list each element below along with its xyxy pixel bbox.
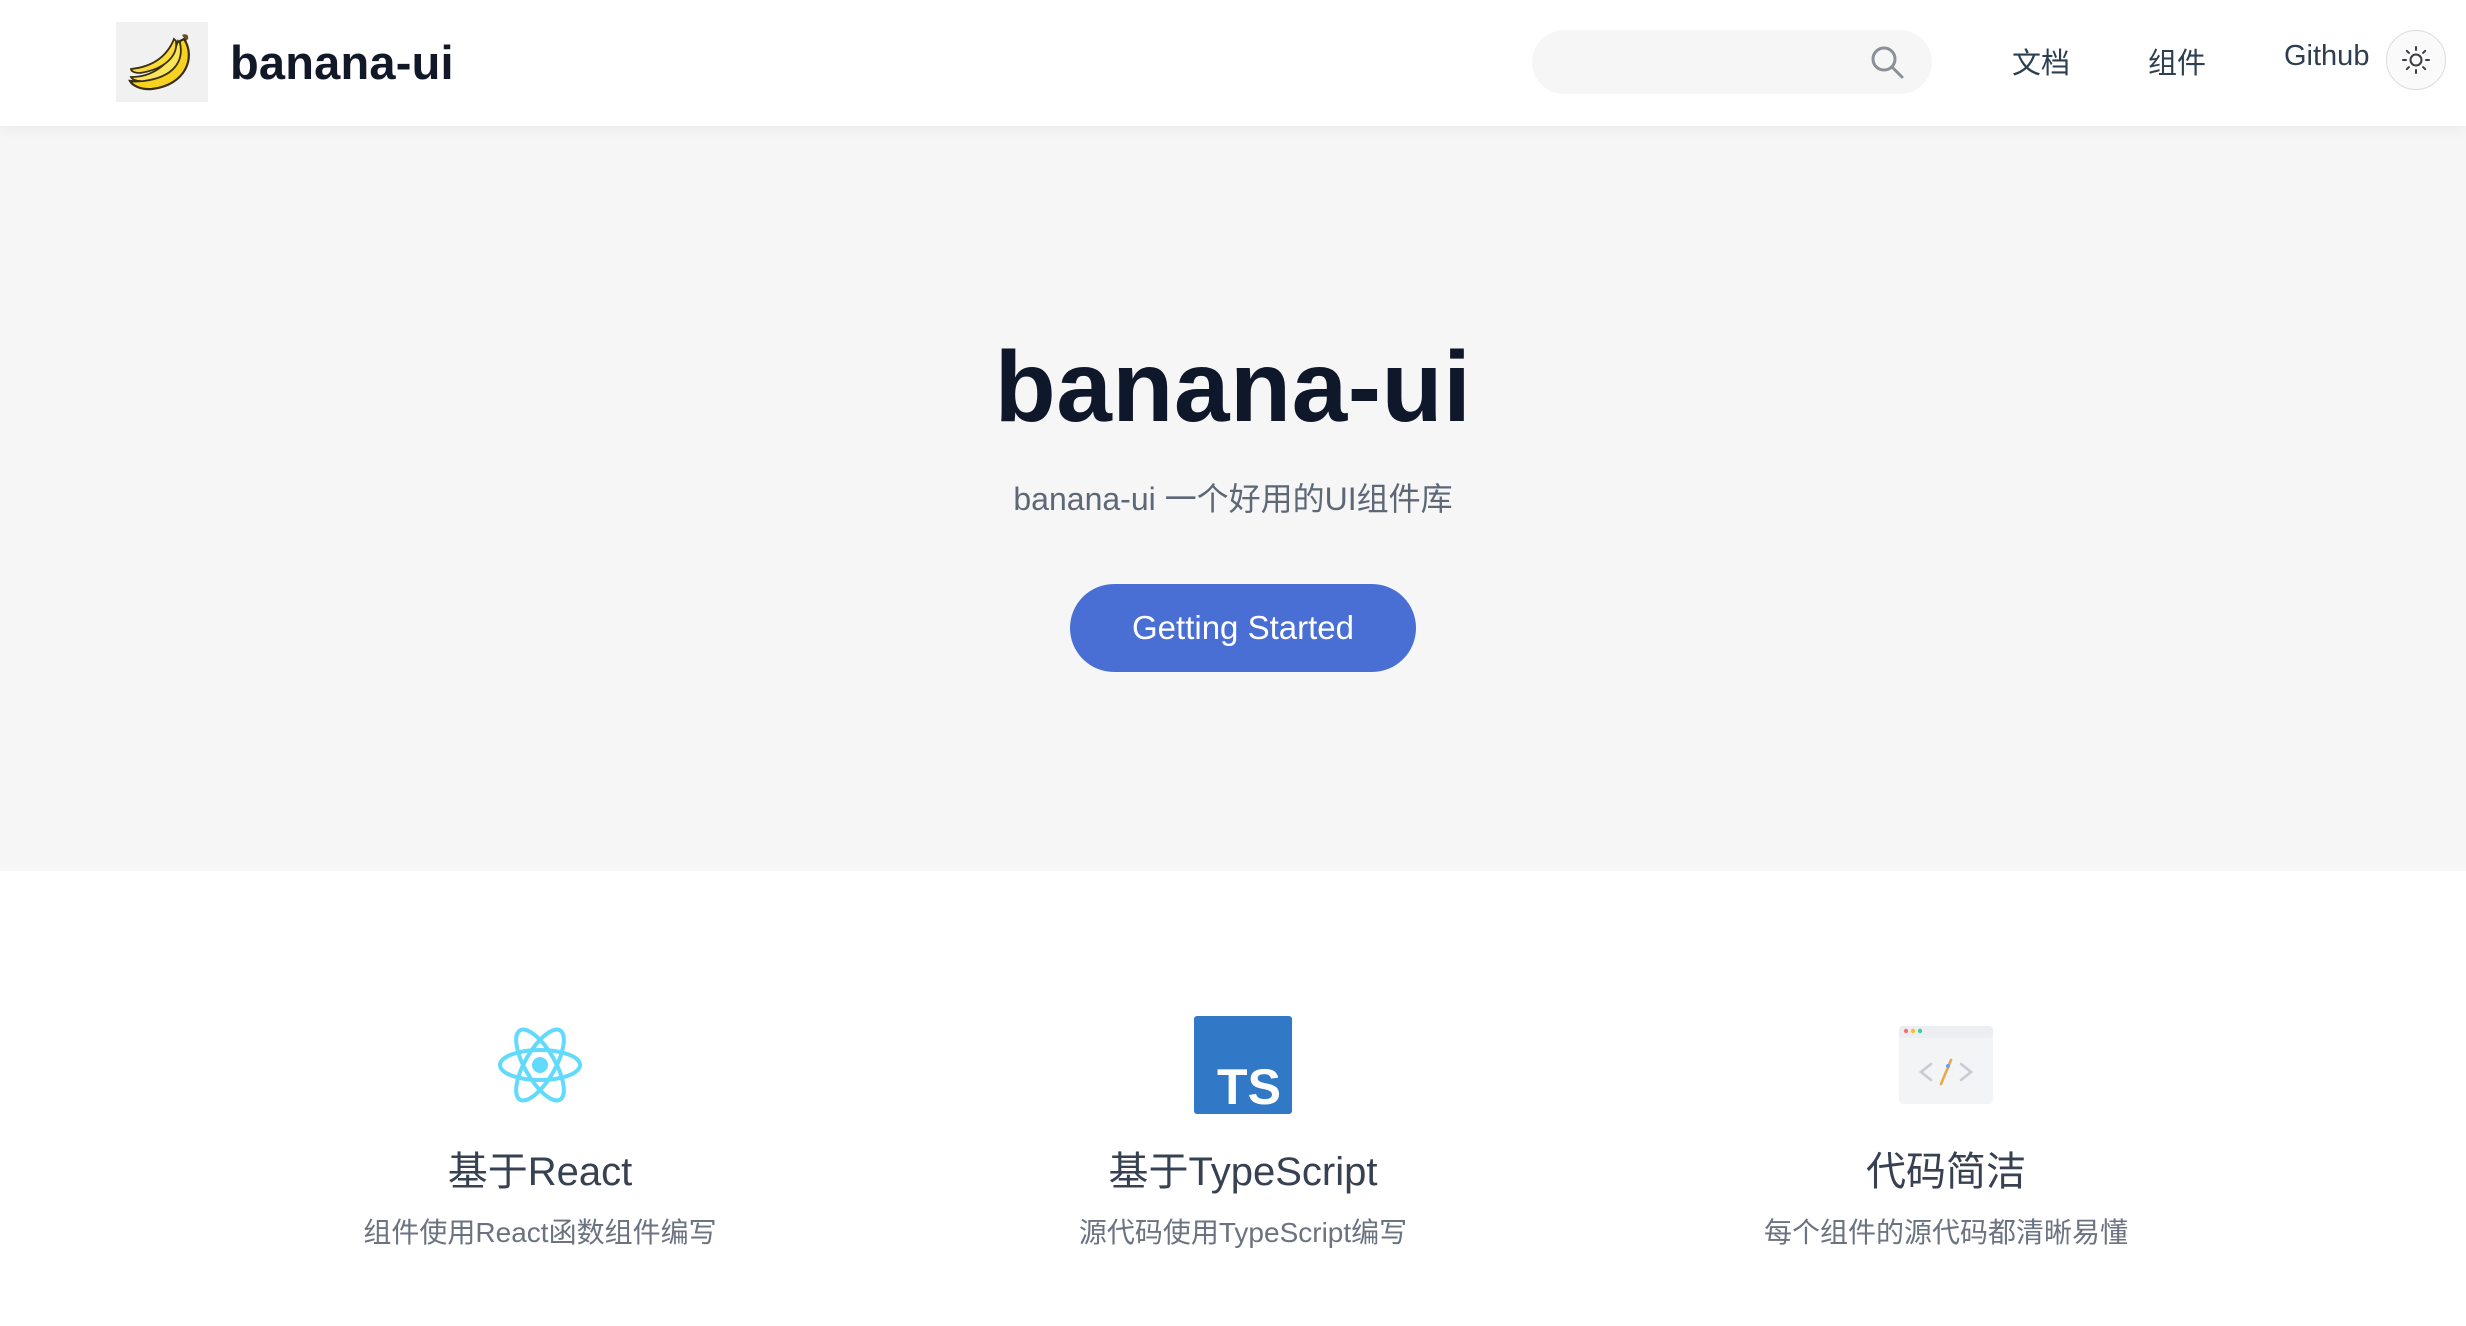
hero-title: banana-ui <box>994 331 1472 443</box>
brand-title: banana-ui <box>230 35 454 89</box>
code-window-icon <box>1899 1026 1993 1104</box>
feature-description: 组件使用React函数组件编写 <box>363 1217 717 1248</box>
brand-link[interactable]: banana-ui <box>116 22 454 102</box>
feature-description: 源代码使用TypeScript编写 <box>1078 1217 1408 1248</box>
feature-typescript: TS 基于TypeScript 源代码使用TypeScript编写 <box>893 871 1593 1326</box>
nav-link-components[interactable]: 组件 <box>2148 40 2206 82</box>
search-icon[interactable] <box>1868 43 1906 81</box>
getting-started-button[interactable]: Getting Started <box>1070 584 1416 672</box>
banana-logo-icon <box>116 22 208 102</box>
search-input[interactable] <box>1556 30 1856 94</box>
feature-title: 代码简洁 <box>1866 1150 2026 1194</box>
nav-link-docs[interactable]: 文档 <box>2012 40 2070 82</box>
feature-title: 基于React <box>447 1150 633 1194</box>
feature-title: 基于TypeScript <box>1108 1150 1378 1194</box>
svg-text:TS: TS <box>1217 1059 1281 1114</box>
sun-icon <box>2402 46 2430 74</box>
feature-react: 基于React 组件使用React函数组件编写 <box>190 871 890 1326</box>
nav-link-github[interactable]: Github <box>2284 40 2369 73</box>
navbar: banana-ui 文档 组件 Github <box>0 0 2466 126</box>
feature-clean-code: 代码简洁 每个组件的源代码都清晰易懂 <box>1596 871 2296 1326</box>
features-section: 基于React 组件使用React函数组件编写 TS 基于TypeScript … <box>0 871 2466 1326</box>
react-icon <box>498 1027 582 1103</box>
hero-tagline: banana-ui 一个好用的UI组件库 <box>1013 481 1453 517</box>
theme-toggle-button[interactable] <box>2386 30 2446 90</box>
page: banana-ui 文档 组件 Github banana-ui banana-… <box>0 0 2466 1326</box>
search-box[interactable] <box>1532 30 1932 94</box>
typescript-icon: TS <box>1194 1016 1292 1114</box>
hero-section: banana-ui banana-ui 一个好用的UI组件库 Getting S… <box>0 126 2466 871</box>
feature-description: 每个组件的源代码都清晰易懂 <box>1763 1217 2128 1248</box>
